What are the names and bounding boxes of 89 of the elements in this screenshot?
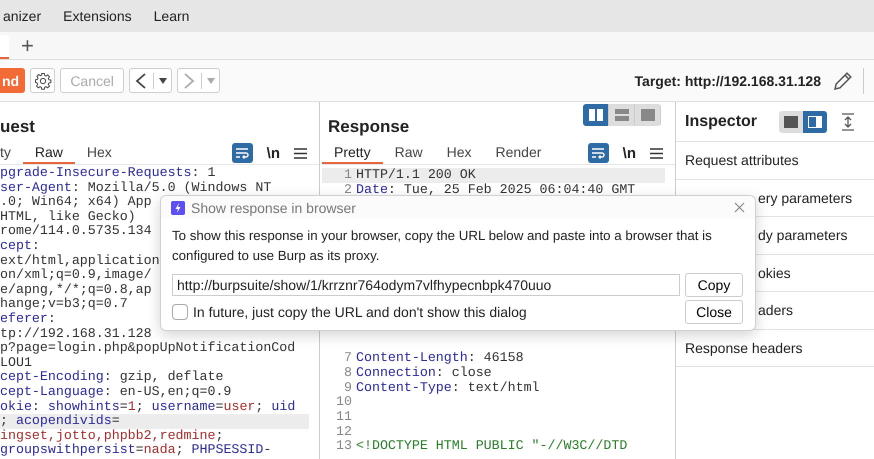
- target-label: Target: http://192.168.31.128: [634, 72, 821, 88]
- single-panel-icon: [640, 109, 654, 121]
- view-tab[interactable]: Pretty: [322, 142, 383, 164]
- lightning-icon: [171, 200, 185, 214]
- code-line: .0; Win64; x64) App: [0, 195, 152, 210]
- line-number: 9: [343, 380, 353, 396]
- code-line: Date: Tue, 25 Feb 2025 06:04:40 GMT: [356, 182, 636, 198]
- inspector-title: Inspector: [685, 112, 758, 130]
- inspector-section[interactable]: dy parameters: [758, 227, 848, 244]
- caret-icon: [207, 78, 216, 84]
- code-line: ser-Agent: Mozilla/5.0 (Windows NT: [0, 180, 272, 195]
- wrap-toggle-button[interactable]: [232, 143, 253, 163]
- menu-icon[interactable]: [294, 148, 307, 158]
- settings-button[interactable]: [30, 68, 56, 93]
- close-icon[interactable]: [734, 202, 745, 213]
- chevron-left-icon: [134, 72, 148, 88]
- code-line: p?page=login.php&popUpNotificationCod: [0, 341, 296, 356]
- copy-button[interactable]: Copy: [685, 273, 743, 297]
- line-number: 12: [335, 424, 353, 440]
- line-number: 2: [343, 182, 353, 198]
- code-line: LOU1: [0, 356, 32, 370]
- view-tab[interactable]: ty: [0, 142, 23, 164]
- code-line: e/apng,*/*;q=0.8,ap: [0, 282, 152, 297]
- inspector-section[interactable]: Request attributes: [685, 152, 799, 168]
- code-line: rome/114.0.5735.134: [0, 224, 152, 239]
- view-tab[interactable]: Hex: [74, 142, 124, 164]
- code-line: cept-Language: en-US,en;q=0.9: [0, 384, 232, 400]
- inspector-section[interactable]: aders: [758, 302, 794, 318]
- code-line: Connection: close: [356, 366, 492, 381]
- code-line: Content-Type: text/html: [356, 380, 540, 396]
- newline-toggle-button[interactable]: \n: [262, 144, 284, 162]
- caret-icon: [159, 78, 168, 84]
- add-tab-button[interactable]: +: [21, 34, 34, 56]
- line-number: 11: [335, 410, 353, 425]
- chevron-right-icon: [182, 72, 196, 88]
- code-line: cept-Encoding: gzip, deflate: [0, 370, 224, 385]
- wrap-icon: [235, 147, 250, 159]
- code-line: ingset,jotto,phpbb2,redmine;: [0, 428, 224, 443]
- view-tab[interactable]: Render: [484, 142, 554, 164]
- view-tab[interactable]: Hex: [434, 142, 484, 164]
- code-line: groupswithpersist=nada; PHPSESSID-: [0, 443, 272, 458]
- repeater-tab[interactable]: [0, 35, 9, 59]
- back-button[interactable]: [129, 68, 172, 93]
- dialog-message: To show this response in your browser, copy the URL below and paste into a browser that is configured to use Burp as its proxy.: [172, 227, 713, 265]
- single-panel-icon: [784, 116, 798, 128]
- code-line: ext/html,application: [0, 254, 160, 268]
- code-line: cept:: [0, 238, 40, 254]
- code-line: <!DOCTYPE HTML PUBLIC "-//W3C//DTD: [356, 439, 628, 454]
- layout-button[interactable]: [583, 104, 609, 126]
- side-panel-icon: [808, 116, 822, 128]
- view-tab[interactable]: Raw: [382, 142, 435, 164]
- dialog-title: Show response in browser: [191, 200, 356, 216]
- line-number: 7: [343, 351, 353, 366]
- menu-item[interactable]: Learn: [154, 8, 190, 24]
- url-field[interactable]: http://burpsuite/show/1/krrznr764odym7vlfhypecnbpk470uuo: [172, 274, 680, 296]
- line-number: 13: [335, 439, 353, 454]
- split-rows-icon: [614, 109, 628, 121]
- request-title: uest: [0, 117, 35, 137]
- wrap-icon: [591, 147, 606, 159]
- menu-item[interactable]: anizer: [3, 8, 42, 24]
- inspector-section[interactable]: okies: [758, 264, 791, 281]
- layout-button[interactable]: [803, 110, 828, 132]
- menu-icon[interactable]: [650, 148, 663, 158]
- code-line: tp://192.168.31.128: [0, 326, 152, 341]
- code-line: on/xml;q=0.9,image/: [0, 268, 152, 283]
- code-line: HTML, like Gecko): [0, 210, 136, 224]
- line-number: 8: [343, 366, 353, 381]
- inspector-section[interactable]: Response headers: [685, 340, 803, 356]
- layout-button[interactable]: [779, 110, 804, 132]
- menu-item[interactable]: Extensions: [63, 8, 132, 24]
- expand-icon[interactable]: [841, 112, 856, 130]
- inspector-section[interactable]: ery parameters: [758, 190, 852, 206]
- wrap-toggle-button[interactable]: [588, 143, 609, 163]
- code-line: eferer:: [0, 312, 56, 327]
- code-line: HTTP/1.1 200 OK: [356, 168, 476, 183]
- newline-toggle-button[interactable]: \n: [618, 144, 640, 162]
- edit-icon[interactable]: [832, 70, 854, 92]
- code-line: okie: showhints=1; username=user; uid: [0, 400, 296, 414]
- code-line: pgrade-Insecure-Requests: 1: [0, 166, 216, 181]
- checkbox-label[interactable]: In future, just copy the URL and don't show this dialog: [193, 304, 527, 320]
- view-tab[interactable]: Raw: [22, 142, 75, 164]
- split-columns-icon: [588, 109, 602, 121]
- code-line: hange;v=b3;q=0.7: [0, 297, 128, 312]
- close-button[interactable]: Close: [685, 300, 743, 324]
- line-number: 10: [335, 395, 353, 410]
- checkbox[interactable]: [172, 304, 188, 320]
- line-number: 1: [343, 168, 353, 183]
- response-title: Response: [327, 117, 410, 137]
- code-line: Content-Length: 46158: [356, 351, 524, 366]
